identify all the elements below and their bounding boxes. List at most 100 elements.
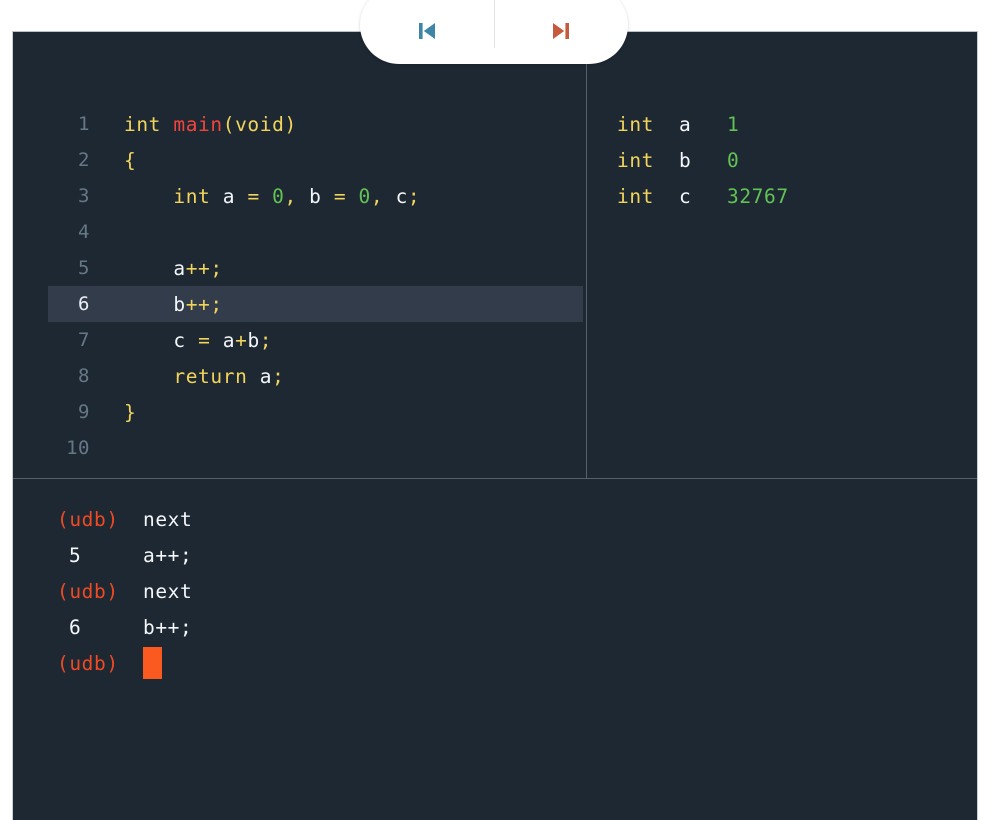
source-line[interactable]: 9} [48,394,583,430]
variable-row[interactable]: int b 0 [617,142,789,178]
code-token: ( [222,112,236,136]
code-token: ++ [185,292,211,316]
variable-value: 1 [727,112,740,136]
console-line-text: a++; [143,543,193,567]
code-token: b [309,184,322,208]
variable-value: 0 [727,148,740,172]
line-number: 2 [78,149,90,171]
console-line-text: b++; [143,615,193,639]
step-forward-button[interactable] [495,0,629,64]
console-line-number: 5 [69,543,82,567]
line-number: 9 [78,401,90,423]
step-forward-icon [546,16,576,46]
code-token: b [173,292,186,316]
console-line-number: 6 [69,615,82,639]
source-line[interactable]: 6 b++; [48,286,583,322]
top-area: 1 int main(void) 2{3 int a = 0, b = 0, c; 4… [13,32,977,478]
source-code-pane[interactable]: 1 int main(void) 2{3 int a = 0, b = 0, c; 4… [13,32,587,478]
line-number: 1 [78,113,90,135]
console-line: (udb) next [13,501,977,537]
code-token: } [124,400,137,424]
console-line: 5 a++; [13,537,977,573]
code-token: ; [210,292,223,316]
code-token: ) [284,112,297,136]
line-number: 4 [78,221,90,243]
source-line[interactable]: 2{ [48,142,583,178]
code-token: int [173,184,211,208]
source-line[interactable]: 7 c = a+b; [48,322,583,358]
variable-name: b [679,148,692,172]
source-line-text: int main(void) [100,113,297,136]
code-token: void [235,112,285,136]
step-back-button[interactable] [360,0,494,64]
source-line-text: a++; [100,257,223,280]
code-token: c [173,328,186,352]
console-line: (udb) [13,645,977,681]
console-prompt: (udb) [57,507,119,531]
variable-type: int [617,112,655,136]
variables-pane[interactable]: int a 1 int b 0 int c 32767 [587,32,977,478]
source-line-text: return a; [100,365,284,388]
variable-row[interactable]: int c 32767 [617,178,789,214]
source-line[interactable]: 1 int main(void) [48,106,583,142]
code-token: main [173,112,223,136]
code-token: int [124,112,162,136]
code-token: c [395,184,408,208]
variable-row[interactable]: int a 1 [617,106,789,142]
variable-value: 32767 [727,184,789,208]
code-token: { [124,148,137,172]
variable-name: c [679,184,692,208]
source-line[interactable]: 5 a++; [48,250,583,286]
console-line: (udb) next [13,573,977,609]
variable-type: int [617,184,655,208]
code-token: = [333,184,347,208]
variables-list: int a 1 int b 0 int c 32767 [617,106,789,214]
line-number: 3 [78,185,90,207]
line-number: 10 [66,437,90,459]
source-line[interactable]: 10 [48,430,583,466]
code-token: b [247,328,260,352]
line-number: 5 [78,257,90,279]
code-token: a [173,256,186,280]
source-line-text: int a = 0, b = 0, c; [100,185,420,208]
source-line-text: { [100,149,136,172]
code-token: , [284,184,297,208]
console-line-text: next [143,507,193,531]
debugger-console[interactable]: (udb) next 5 a++; (udb) next 6 b++; (udb) [13,479,977,820]
line-number: 6 [78,293,90,315]
line-number: 7 [78,329,90,351]
console-prompt: (udb) [57,579,119,603]
source-line-text: c = a+b; [100,329,272,352]
source-line-text: b++; [100,293,223,316]
debugger-window: 1 int main(void) 2{3 int a = 0, b = 0, c; 4… [12,31,978,820]
playback-toolbar [360,0,628,64]
line-number: 8 [78,365,90,387]
source-line[interactable]: 4 [48,214,583,250]
variable-type: int [617,148,655,172]
code-token: ; [259,328,273,352]
step-backward-icon [412,16,442,46]
console-cursor[interactable] [143,647,162,679]
variable-name: a [679,112,692,136]
source-line[interactable]: 8 return a; [48,358,583,394]
console-output: (udb) next 5 a++; (udb) next 6 b++; (udb) [13,501,977,681]
console-line: 6 b++; [13,609,977,645]
code-token: ; [272,364,285,388]
console-line-text: next [143,579,193,603]
source-line[interactable]: 3 int a = 0, b = 0, c; [48,178,583,214]
source-line-text: } [100,401,136,424]
code-token: ; [210,256,223,280]
